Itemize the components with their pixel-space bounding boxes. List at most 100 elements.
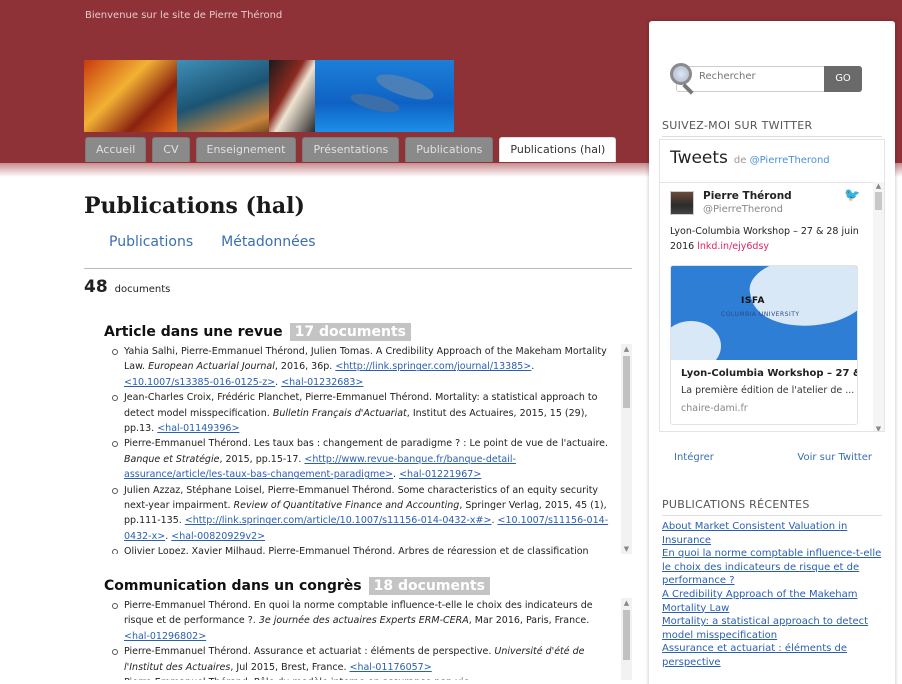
tweet-card[interactable]: ISFA COLUMBIA UNIVERSITY Lyon-Columbia W…	[670, 265, 858, 425]
twitter-widget: Tweets de @PierreTherond Pierre Thérond …	[659, 139, 885, 432]
tweets-title: Tweets	[670, 148, 728, 168]
page: Bienvenue sur le site de Pierre Thérond …	[0, 0, 902, 684]
publication-text: , Jul 2015, Brest, France.	[230, 661, 350, 673]
tab-accueil[interactable]: Accueil	[85, 137, 147, 162]
search-go-button[interactable]: GO	[824, 66, 862, 92]
publication-venue: European Actuarial Journal	[148, 361, 275, 373]
recent-publication-link[interactable]: En quoi la norme comptable influence-t-e…	[662, 547, 884, 588]
welcome-text: Bienvenue sur le site de Pierre Thérond	[85, 10, 283, 21]
avatar[interactable]	[670, 191, 694, 215]
sidebar: GO SUIVEZ-MOI SUR TWITTER Tweets de @Pie…	[649, 21, 895, 684]
publication-link[interactable]: <hal-01149396>	[157, 423, 239, 434]
tweets-handle-link[interactable]: @PierreTherond	[750, 155, 830, 166]
publication-text: , 2015, pp.15-17.	[219, 453, 305, 465]
section-congres: Communication dans un congrès 18 documen…	[104, 577, 632, 680]
section-title: Article dans une revue	[104, 324, 283, 340]
sub-navigation: Publications Métadonnées	[109, 234, 634, 250]
card-domain: chaire-dami.fr	[681, 403, 748, 414]
publication-text: .	[531, 361, 535, 373]
page-title: Publications (hal)	[84, 193, 305, 219]
banner-image-diver	[176, 60, 269, 132]
banner-image-art	[84, 60, 177, 132]
publication-venue: Banque et Stratégie	[124, 453, 220, 465]
publication-item: Pierre-Emmanuel Thérond. Rôle du modèle …	[104, 675, 616, 680]
publication-venue: 3e journée des actuaires Experts ERM-CER…	[258, 615, 469, 627]
publication-link[interactable]: <http://link.springer.com/journal/13385>	[335, 361, 531, 372]
publication-text: , 2016, 36p.	[274, 361, 336, 373]
tab-enseignement[interactable]: Enseignement	[195, 137, 297, 162]
publication-item: Pierre-Emmanuel Thérond. Les taux bas : …	[104, 436, 616, 482]
publication-link[interactable]: <hal-01232683>	[281, 377, 363, 388]
embed-link[interactable]: Intégrer	[674, 452, 714, 463]
tweets-by: de @PierreTherond	[734, 155, 830, 166]
twitter-heading: SUIVEZ-MOI SUR TWITTER	[662, 119, 882, 137]
scroll-thumb[interactable]	[623, 610, 630, 660]
publication-link[interactable]: <10.1007/s13385-016-0125-z>	[124, 377, 275, 388]
articles-scroll-list[interactable]: Yahia Salhi, Pierre-Emmanuel Thérond, Ju…	[104, 344, 632, 554]
tweet-author-handle[interactable]: @PierreTherond	[703, 204, 783, 215]
publication-link[interactable]: <hal-00820929v2>	[171, 531, 265, 542]
tweet: Pierre Thérond @PierreTherond 🐦 Lyon-Col…	[660, 182, 884, 431]
publication-venue: Review of Quantitative Finance and Accou…	[233, 500, 460, 512]
scroll-up-icon[interactable]: ▲	[873, 182, 884, 190]
scroll-down-icon[interactable]: ▼	[873, 425, 884, 431]
count-number: 48	[84, 277, 108, 297]
tweet-text: Lyon-Columbia Workshop – 27 & 28 juin 20…	[670, 224, 868, 254]
recent-publications-list: About Market Consistent Valuation in Ins…	[662, 520, 884, 670]
section-count-badge: 18 documents	[368, 577, 490, 595]
banner-image-dolphins	[315, 60, 454, 132]
publication-link[interactable]: <hal-01296802>	[124, 631, 206, 642]
tab-publications-hal[interactable]: Publications (hal)	[499, 137, 617, 162]
twitter-bird-icon: 🐦	[844, 188, 861, 203]
publication-item: Pierre-Emmanuel Thérond. Assurance et ac…	[104, 644, 616, 675]
banner-image-figure	[269, 60, 316, 132]
tweets-header: Tweets de @PierreTherond	[670, 148, 830, 168]
publication-text: Olivier Lopez, Xavier Milhaud, Pierre-Em…	[124, 546, 589, 554]
scroll-thumb[interactable]	[875, 192, 882, 210]
publication-link[interactable]: <hal-01176057>	[350, 662, 432, 673]
subnav-publications[interactable]: Publications	[109, 234, 193, 250]
isfa-logo: ISFA	[741, 296, 765, 306]
card-map-image: ISFA COLUMBIA UNIVERSITY	[671, 266, 857, 360]
section-count-badge: 17 documents	[289, 323, 411, 341]
publication-item: Julien Azzaz, Stéphane Loisel, Pierre-Em…	[104, 483, 616, 545]
recent-publication-link[interactable]: A Credibility Approach of the Makeham Mo…	[662, 588, 884, 615]
scroll-thumb[interactable]	[623, 356, 630, 408]
publication-item: Jean-Charles Croix, Frédéric Planchet, P…	[104, 390, 616, 436]
recent-publication-link[interactable]: About Market Consistent Valuation in Ins…	[662, 520, 884, 547]
scroll-up-icon[interactable]: ▲	[621, 344, 632, 354]
section-title: Communication dans un congrès	[104, 578, 362, 594]
publication-venue: Bulletin Français d'Actuariat	[272, 407, 407, 419]
tweets-scrollbar[interactable]: ▲ ▼	[873, 182, 884, 431]
publication-item: Pierre-Emmanuel Thérond. En quoi la norm…	[104, 598, 616, 644]
publication-link[interactable]: <hal-01221967>	[399, 469, 481, 480]
document-count: 48 documents	[84, 277, 634, 297]
divider	[84, 268, 632, 269]
search-input[interactable]	[699, 71, 829, 82]
tab-presentations[interactable]: Présentations	[302, 137, 400, 162]
scrollbar[interactable]: ▲ ▼	[621, 344, 632, 554]
recent-publication-link[interactable]: Mortality: a statistical approach to det…	[662, 615, 884, 642]
tweet-link[interactable]: lnkd.in/ejy6dsy	[697, 241, 769, 252]
recent-publications-heading: PUBLICATIONS RÉCENTES	[662, 498, 882, 516]
scroll-down-icon[interactable]: ▼	[621, 544, 632, 554]
subnav-metadonnees[interactable]: Métadonnées	[221, 234, 315, 250]
publication-item: Olivier Lopez, Xavier Milhaud, Pierre-Em…	[104, 544, 616, 554]
twitter-footer: Intégrer Voir sur Twitter	[674, 452, 872, 463]
scroll-up-icon[interactable]: ▲	[621, 598, 632, 608]
columbia-logo: COLUMBIA UNIVERSITY	[721, 311, 800, 318]
publication-link[interactable]: <http://link.springer.com/article/10.100…	[185, 515, 492, 526]
tab-publications[interactable]: Publications	[405, 137, 494, 162]
publication-text: Pierre-Emmanuel Thérond. Assurance et ac…	[124, 646, 495, 658]
scrollbar[interactable]: ▲	[621, 598, 632, 680]
section-articles: Article dans une revue 17 documents Yahi…	[104, 323, 632, 554]
count-label: documents	[114, 284, 171, 295]
tweets-by-label: de	[733, 155, 747, 166]
publication-item: Yahia Salhi, Pierre-Emmanuel Thérond, Ju…	[104, 344, 616, 390]
tweet-author-name[interactable]: Pierre Thérond	[703, 190, 792, 202]
tab-cv[interactable]: CV	[152, 137, 190, 162]
view-on-twitter-link[interactable]: Voir sur Twitter	[797, 452, 872, 463]
recent-publication-link[interactable]: Assurance et actuariat : éléments de per…	[662, 642, 884, 669]
congres-scroll-list[interactable]: Pierre-Emmanuel Thérond. En quoi la norm…	[104, 598, 632, 680]
card-title: Lyon-Columbia Workshop – 27 &...	[681, 368, 858, 379]
